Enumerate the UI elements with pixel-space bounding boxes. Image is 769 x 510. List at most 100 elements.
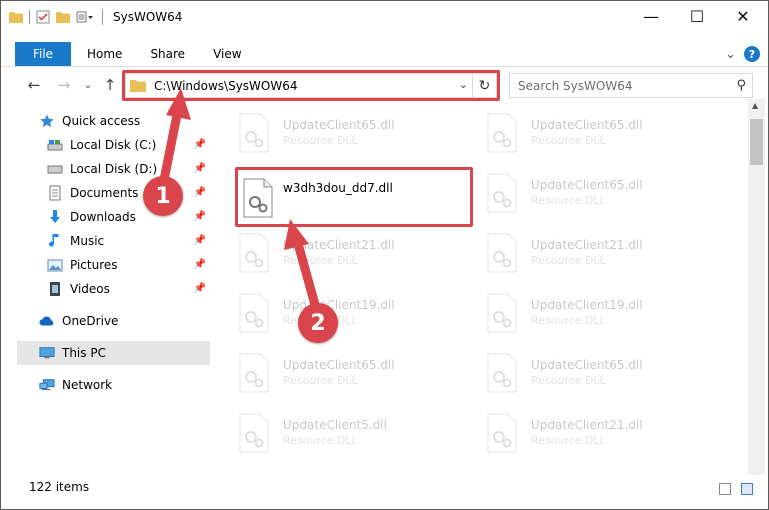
- list-item[interactable]: UpdateClient65.dll Resource DLL: [213, 111, 441, 157]
- address-highlight-box: [122, 70, 500, 101]
- list-item[interactable]: UpdateClient65.dll Resource DLL: [461, 111, 689, 157]
- tab-file[interactable]: File: [15, 42, 71, 66]
- pin-icon: 📌: [193, 259, 206, 270]
- scroll-up-icon[interactable]: ▲: [752, 101, 758, 110]
- file-name: UpdateClient5.dll: [283, 418, 387, 432]
- network-icon: [39, 377, 55, 393]
- help-icon[interactable]: ?: [744, 46, 760, 62]
- file-type: Resource DLL: [531, 134, 606, 147]
- maximize-button[interactable]: ☐: [674, 1, 720, 32]
- pin-icon: 📌: [193, 163, 206, 174]
- dll-file-icon: [239, 233, 269, 273]
- sidebar-item-pictures[interactable]: Pictures 📌: [47, 253, 210, 277]
- file-type: Resource DLL: [283, 434, 358, 447]
- sidebar-item-videos[interactable]: Videos 📌: [47, 277, 210, 301]
- download-icon: [47, 209, 63, 225]
- up-button[interactable]: ↑: [99, 74, 121, 96]
- forward-button[interactable]: →: [53, 74, 75, 96]
- dll-file-icon: [487, 413, 517, 453]
- list-item[interactable]: UpdateClient65.dll Resource DLL: [213, 351, 441, 397]
- explorer-window: SysWOW64 — ☐ ✕ File Home Share View ⌄ ? …: [0, 0, 769, 510]
- properties-icon[interactable]: [36, 10, 50, 24]
- expand-ribbon-icon[interactable]: ⌄: [725, 47, 736, 62]
- search-icon[interactable]: ⚲: [736, 78, 746, 93]
- file-type: Resource DLL: [531, 374, 606, 387]
- search-placeholder: Search SysWOW64: [518, 78, 633, 93]
- pin-icon: 📌: [193, 187, 206, 198]
- navigation-pane: Quick access Local Disk (C:) 📌 Local Dis…: [1, 105, 213, 475]
- vertical-scrollbar[interactable]: ▲: [748, 99, 765, 475]
- step-2-badge: 2: [298, 303, 338, 343]
- sidebar-item-label: This PC: [62, 346, 106, 360]
- list-item[interactable]: UpdateClient21.dll Resource DLL: [461, 411, 689, 457]
- star-icon: [39, 113, 55, 129]
- file-name: UpdateClient21.dll: [283, 238, 395, 252]
- file-name: UpdateClient65.dll: [531, 118, 643, 132]
- pictures-icon: [47, 257, 63, 273]
- sidebar-item-onedrive[interactable]: OneDrive: [39, 309, 210, 333]
- list-item[interactable]: UpdateClient65.dll Resource DLL: [461, 171, 689, 217]
- dll-file-icon: [487, 173, 517, 213]
- back-button[interactable]: ←: [23, 74, 45, 96]
- file-name: UpdateClient19.dll: [283, 298, 395, 312]
- sidebar-item-label: Quick access: [62, 114, 141, 128]
- drive-icon: [47, 161, 63, 177]
- details-view-icon[interactable]: [719, 483, 731, 495]
- sidebar-item-label: Local Disk (D:): [70, 162, 158, 176]
- music-icon: [47, 233, 63, 249]
- list-item[interactable]: UpdateClient5.dll Resource DLL: [213, 411, 441, 457]
- sidebar-item-label: Downloads: [70, 210, 136, 224]
- search-input[interactable]: Search SysWOW64 ⚲: [509, 73, 753, 98]
- title-bar: SysWOW64 — ☐ ✕: [1, 1, 768, 32]
- sidebar-item-network[interactable]: Network: [39, 373, 210, 397]
- status-bar: 122 items: [1, 475, 768, 499]
- sidebar-item-label: Local Disk (C:): [70, 138, 157, 152]
- sidebar-item-local-disk-d[interactable]: Local Disk (D:) 📌: [47, 157, 210, 181]
- sidebar-item-this-pc[interactable]: This PC: [17, 341, 210, 365]
- tab-home[interactable]: Home: [71, 42, 136, 66]
- tab-share[interactable]: Share: [136, 42, 199, 66]
- sidebar-item-local-disk-c[interactable]: Local Disk (C:) 📌: [47, 133, 210, 157]
- scroll-thumb[interactable]: [750, 119, 763, 165]
- file-name: UpdateClient21.dll: [531, 418, 643, 432]
- pin-icon: 📌: [193, 235, 206, 246]
- cloud-icon: [39, 313, 55, 329]
- sidebar-item-quick-access[interactable]: Quick access: [39, 109, 210, 133]
- item-count: 122 items: [29, 480, 90, 494]
- pin-icon: 📌: [193, 211, 206, 222]
- minimize-button[interactable]: —: [628, 1, 674, 32]
- sidebar-item-downloads[interactable]: Downloads 📌: [47, 205, 210, 229]
- sidebar-item-label: OneDrive: [62, 314, 119, 328]
- dll-file-icon: [239, 113, 269, 153]
- large-icons-view-icon[interactable]: [741, 483, 753, 495]
- list-item[interactable]: UpdateClient21.dll Resource DLL: [213, 231, 441, 277]
- documents-icon: [47, 185, 63, 201]
- file-type: Resource DLL: [531, 194, 606, 207]
- dll-file-icon: [487, 233, 517, 273]
- recent-locations-button[interactable]: ⌄: [81, 74, 95, 96]
- sidebar-item-label: Network: [62, 378, 113, 392]
- list-item[interactable]: UpdateClient65.dll Resource DLL: [461, 351, 689, 397]
- dll-file-icon: [239, 293, 269, 333]
- folder-icon: [9, 11, 23, 23]
- list-item[interactable]: UpdateClient19.dll Resource DLL: [461, 291, 689, 337]
- quick-access-toolbar: [9, 9, 94, 24]
- file-list: UpdateClient65.dll Resource DLL UpdateCli…: [213, 105, 747, 475]
- file-type: Resource DLL: [283, 374, 358, 387]
- dll-file-icon: [487, 293, 517, 333]
- dll-file-icon: [487, 353, 517, 393]
- list-item[interactable]: UpdateClient21.dll Resource DLL: [461, 231, 689, 277]
- sidebar-item-label: Music: [70, 234, 105, 248]
- sidebar-item-documents[interactable]: Documents 📌: [47, 181, 210, 205]
- file-type: Resource DLL: [531, 314, 606, 327]
- dll-file-icon: [487, 113, 517, 153]
- new-folder-icon[interactable]: [56, 11, 70, 23]
- sidebar-item-music[interactable]: Music 📌: [47, 229, 210, 253]
- customize-icon[interactable]: [76, 10, 94, 24]
- step-1-badge: 1: [143, 176, 183, 216]
- file-highlight-box: [235, 167, 473, 227]
- sidebar-item-label: Videos: [70, 282, 110, 296]
- tab-view[interactable]: View: [199, 42, 255, 66]
- ribbon-tabs: File Home Share View ⌄ ?: [1, 42, 768, 67]
- close-button[interactable]: ✕: [720, 1, 766, 32]
